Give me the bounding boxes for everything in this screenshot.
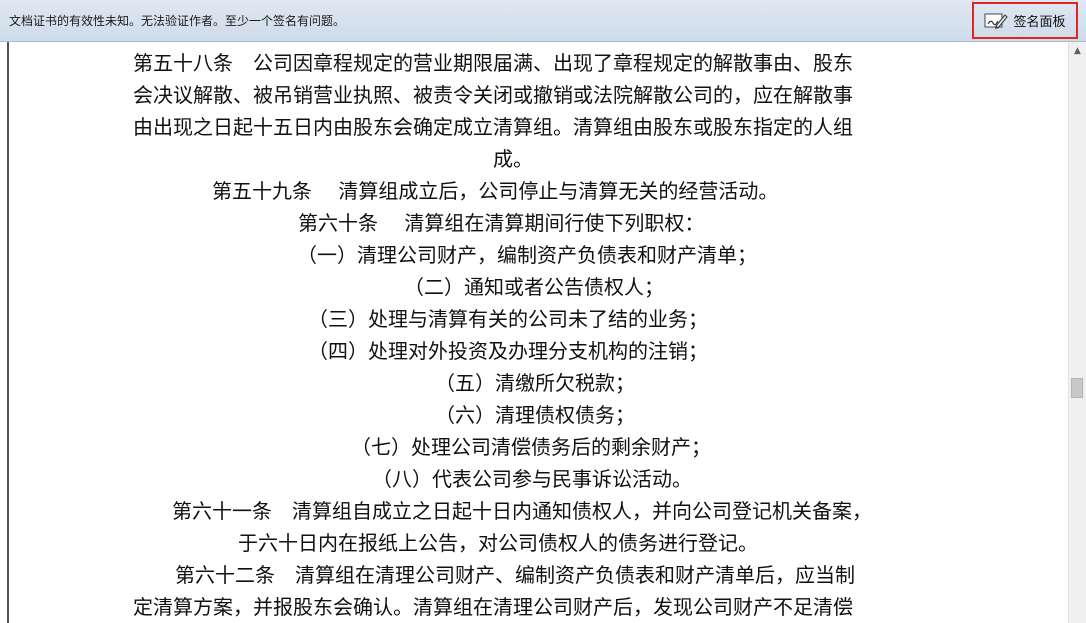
signature-status-message: 文档证书的有效性未知。无法验证作者。至少一个签名有问题。	[9, 14, 346, 28]
document-line: （二）通知或者公告债权人；	[404, 275, 664, 299]
document-line: 第六十一条 清算组自成立之日起十日内通知债权人，并向公司登记机关备案，	[172, 499, 872, 523]
signature-panel-label: 签名面板	[1013, 15, 1066, 30]
vertical-scrollbar[interactable]: ▲	[1068, 42, 1086, 623]
signature-panel-button[interactable]: 签名面板	[972, 2, 1078, 39]
document-line: 第五十九条 清算组成立后，公司停止与清算无关的经营活动。	[212, 179, 779, 203]
document-page: 第五十八条 公司因章程规定的营业期限届满、出现了章程规定的解散事由、股东 会决议…	[0, 42, 1066, 623]
scrollbar-thumb[interactable]	[1071, 378, 1083, 398]
document-line: （六）清理债权债务；	[435, 403, 635, 427]
document-line: 由出现之日起十五日内由股东会确定成立清算组。清算组由股东或股东指定的人组	[133, 115, 853, 139]
document-line: （八）代表公司参与民事诉讼活动。	[372, 467, 692, 491]
scroll-up-arrow-icon[interactable]: ▲	[1069, 42, 1086, 59]
document-line: 成。	[493, 147, 533, 171]
document-line: 第六十二条 清算组在清理公司财产、编制资产负债表和财产清单后，应当制	[175, 563, 855, 587]
document-line: （一）清理公司财产，编制资产负债表和财产清单；	[297, 243, 757, 267]
signature-bar: 文档证书的有效性未知。无法验证作者。至少一个签名有问题。 签名面板	[0, 0, 1086, 42]
document-line: 会决议解散、被吊销营业执照、被责令关闭或撤销或法院解散公司的，应在解散事	[133, 83, 853, 107]
document-line: （三）处理与清算有关的公司未了结的业务；	[308, 307, 708, 331]
signature-pen-icon	[984, 13, 1009, 29]
document-line: 第六十条 清算组在清算期间行使下列职权：	[298, 211, 705, 235]
document-line: 于六十日内在报纸上公告，对公司债权人的债务进行登记。	[238, 531, 758, 555]
document-line: 第五十八条 公司因章程规定的营业期限届满、出现了章程规定的解散事由、股东	[133, 51, 853, 75]
document-line: 定清算方案，并报股东会确认。清算组在清理公司财产后，发现公司财产不足清偿	[133, 595, 853, 619]
document-viewer: 第五十八条 公司因章程规定的营业期限届满、出现了章程规定的解散事由、股东 会决议…	[0, 42, 1086, 623]
document-line: （四）处理对外投资及办理分支机构的注销；	[308, 339, 708, 363]
document-line: （五）清缴所欠税款；	[435, 371, 635, 395]
document-line: （七）处理公司清偿债务后的剩余财产；	[351, 435, 711, 459]
